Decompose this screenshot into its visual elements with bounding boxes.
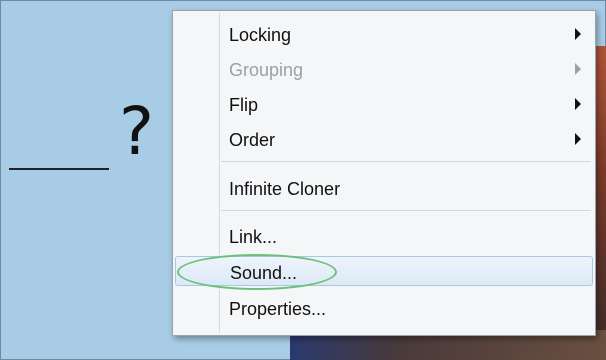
menu-item-label: Flip bbox=[229, 95, 259, 115]
menu-item-infinite-cloner[interactable]: Infinite Cloner bbox=[175, 173, 593, 203]
menu-item-grouping[interactable]: Grouping bbox=[175, 54, 593, 84]
menu-item-label: Grouping bbox=[229, 60, 304, 80]
submenu-arrow-icon bbox=[575, 63, 581, 75]
submenu-arrow-icon bbox=[575, 98, 581, 110]
menu-item-label: Order bbox=[229, 130, 276, 150]
submenu-arrow-icon bbox=[575, 133, 581, 145]
menu-item-label: Link... bbox=[229, 227, 278, 247]
menu-separator bbox=[221, 161, 591, 162]
menu-item-locking[interactable]: Locking bbox=[175, 19, 593, 49]
slide-line bbox=[9, 168, 109, 170]
menu-item-order[interactable]: Order bbox=[175, 124, 593, 154]
menu-item-label: Properties... bbox=[229, 299, 327, 319]
menu-item-label: Locking bbox=[229, 25, 292, 45]
menu-item-flip[interactable]: Flip bbox=[175, 89, 593, 119]
background-photo bbox=[596, 46, 606, 360]
menu-item-properties[interactable]: Properties... bbox=[175, 293, 593, 323]
menu-item-link[interactable]: Link... bbox=[175, 221, 593, 251]
highlight-ellipse-annotation bbox=[177, 254, 337, 290]
question-mark-text: ? bbox=[119, 93, 155, 170]
menu-item-label: Infinite Cloner bbox=[229, 179, 341, 199]
submenu-arrow-icon bbox=[575, 28, 581, 40]
menu-separator bbox=[221, 210, 591, 211]
